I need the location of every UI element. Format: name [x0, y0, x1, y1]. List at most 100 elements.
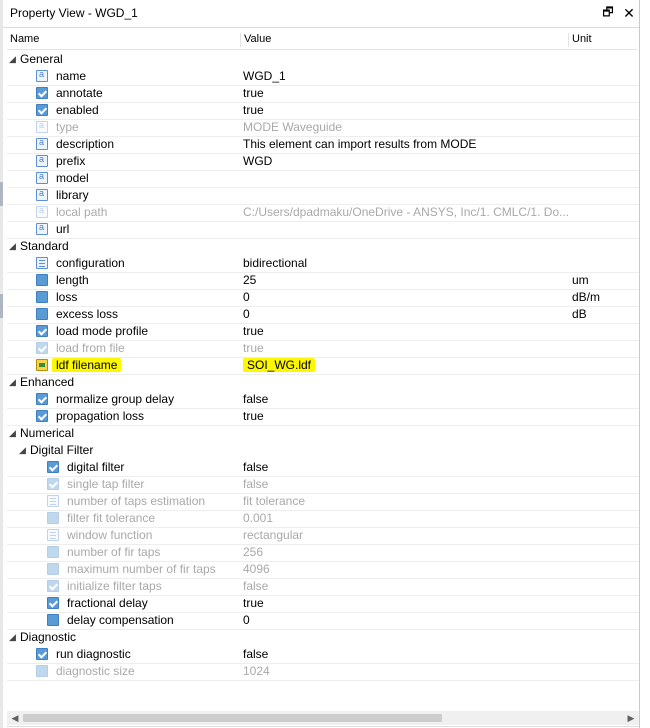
property-value[interactable]: true [243, 324, 264, 338]
property-row: type MODE Waveguide [7, 119, 639, 137]
column-header-value[interactable]: Value [240, 33, 271, 47]
chevron-expanded-icon[interactable]: ◢ [9, 54, 16, 65]
property-value-text: 1024 [243, 664, 270, 678]
property-row: diagnostic size 1024 [7, 663, 639, 681]
property-row[interactable]: digital filter false [7, 459, 639, 477]
group-row-diagnostic[interactable]: ◢ Diagnostic [7, 629, 639, 646]
num-icon [47, 563, 59, 575]
property-value[interactable]: true [243, 86, 264, 100]
property-row[interactable]: name WGD_1 [7, 68, 639, 86]
group-row-standard[interactable]: ◢ Standard [7, 238, 639, 255]
chevron-expanded-icon[interactable]: ◢ [9, 428, 16, 439]
property-row[interactable]: normalize group delay false [7, 391, 639, 409]
chevron-expanded-icon[interactable]: ◢ [9, 632, 16, 643]
property-value: true [243, 341, 264, 355]
property-value[interactable]: This element can import results from MOD… [243, 137, 476, 151]
group-label: Numerical [20, 426, 75, 440]
property-value: C:/Users/dpadmaku/OneDrive - ANSYS, Inc/… [243, 205, 568, 219]
chevron-expanded-icon[interactable]: ◢ [9, 241, 16, 252]
property-name: library [56, 188, 89, 202]
property-value[interactable]: WGD [243, 154, 272, 168]
check-icon [36, 648, 48, 660]
property-value-text: WGD_1 [243, 69, 286, 83]
property-value[interactable]: false [243, 647, 268, 661]
close-icon: ✕ [623, 4, 635, 21]
restore-button[interactable]: 🗗 [599, 4, 617, 22]
property-value-text: false [243, 392, 269, 406]
property-row[interactable]: delay compensation 0 [7, 612, 639, 630]
bottom-border [7, 726, 639, 727]
property-row[interactable]: fractional delay true [7, 595, 639, 613]
chevron-expanded-icon[interactable]: ◢ [9, 377, 16, 388]
property-row[interactable]: length 25 um [7, 272, 639, 290]
property-unit: dB/m [572, 290, 601, 304]
property-row[interactable]: ldf filename SOI_WG.ldf [7, 357, 639, 375]
group-label: Digital Filter [30, 443, 94, 457]
right-edge-strip [640, 0, 650, 728]
property-value[interactable]: false [243, 460, 268, 474]
property-value[interactable]: true [243, 409, 264, 423]
property-value: MODE Waveguide [243, 120, 342, 134]
property-name: configuration [56, 256, 125, 270]
chevron-expanded-icon[interactable]: ◢ [19, 445, 26, 456]
property-value-text: WGD [243, 154, 273, 168]
property-name: model [56, 171, 89, 185]
scrollbar-thumb[interactable] [23, 714, 442, 722]
property-row[interactable]: prefix WGD [7, 153, 639, 171]
property-value[interactable]: 0 [243, 290, 250, 304]
check-icon [47, 478, 59, 490]
group-row-enhanced[interactable]: ◢ Enhanced [7, 374, 639, 391]
property-value[interactable]: 0 [243, 307, 250, 321]
property-value[interactable]: true [243, 103, 264, 117]
check-icon [36, 342, 48, 354]
group-row-general[interactable]: ◢ General [7, 51, 639, 68]
property-name: diagnostic size [56, 664, 135, 678]
column-header-unit[interactable]: Unit [568, 33, 592, 47]
num-icon [36, 291, 48, 303]
column-header: Name Value Unit [7, 31, 637, 50]
group-row-numerical[interactable]: ◢ Numerical [7, 425, 639, 442]
property-row[interactable]: description This element can import resul… [7, 136, 639, 154]
property-value-text: true [243, 324, 264, 338]
property-row[interactable]: model [7, 170, 639, 188]
text-icon [36, 69, 48, 82]
check-icon [47, 580, 59, 592]
property-value[interactable]: 0 [243, 613, 250, 627]
property-row[interactable]: configuration bidirectional [7, 255, 639, 273]
property-value-text: fit tolerance [243, 494, 306, 508]
horizontal-scrollbar[interactable]: ◀ ▶ [7, 711, 639, 725]
property-row[interactable]: excess loss 0 dB [7, 306, 639, 324]
property-row[interactable]: annotate true [7, 85, 639, 103]
property-row[interactable]: propagation loss true [7, 408, 639, 426]
property-value[interactable]: SOI_WG.ldf [243, 358, 316, 372]
group-row-digital-filter[interactable]: ◢ Digital Filter [7, 442, 639, 459]
property-value[interactable]: WGD_1 [243, 69, 286, 83]
property-value-text: false [243, 579, 269, 593]
property-name: maximum number of fir taps [67, 562, 216, 576]
check-icon [36, 104, 48, 116]
column-header-name[interactable]: Name [7, 33, 39, 47]
scroll-left-button[interactable]: ◀ [9, 712, 21, 724]
property-value[interactable]: false [243, 392, 268, 406]
property-value-text: true [243, 103, 264, 117]
property-row[interactable]: url [7, 221, 639, 239]
property-value: 1024 [243, 664, 270, 678]
property-name: window function [67, 528, 153, 542]
property-value-text: MODE Waveguide [243, 120, 342, 134]
num-icon [47, 512, 59, 524]
property-name: load from file [56, 341, 125, 355]
property-value[interactable]: true [243, 596, 264, 610]
property-row[interactable]: loss 0 dB/m [7, 289, 639, 307]
property-value[interactable]: 25 [243, 273, 256, 287]
property-name: fractional delay [67, 596, 148, 610]
close-button[interactable]: ✕ [620, 4, 638, 22]
property-name: prefix [56, 154, 86, 168]
property-value: false [243, 477, 268, 491]
scroll-right-button[interactable]: ▶ [625, 712, 637, 724]
property-row[interactable]: library [7, 187, 639, 205]
property-row[interactable]: load mode profile true [7, 323, 639, 341]
check-icon [36, 87, 48, 99]
property-row[interactable]: enabled true [7, 102, 639, 120]
property-row[interactable]: run diagnostic false [7, 646, 639, 664]
property-value[interactable]: bidirectional [243, 256, 307, 270]
